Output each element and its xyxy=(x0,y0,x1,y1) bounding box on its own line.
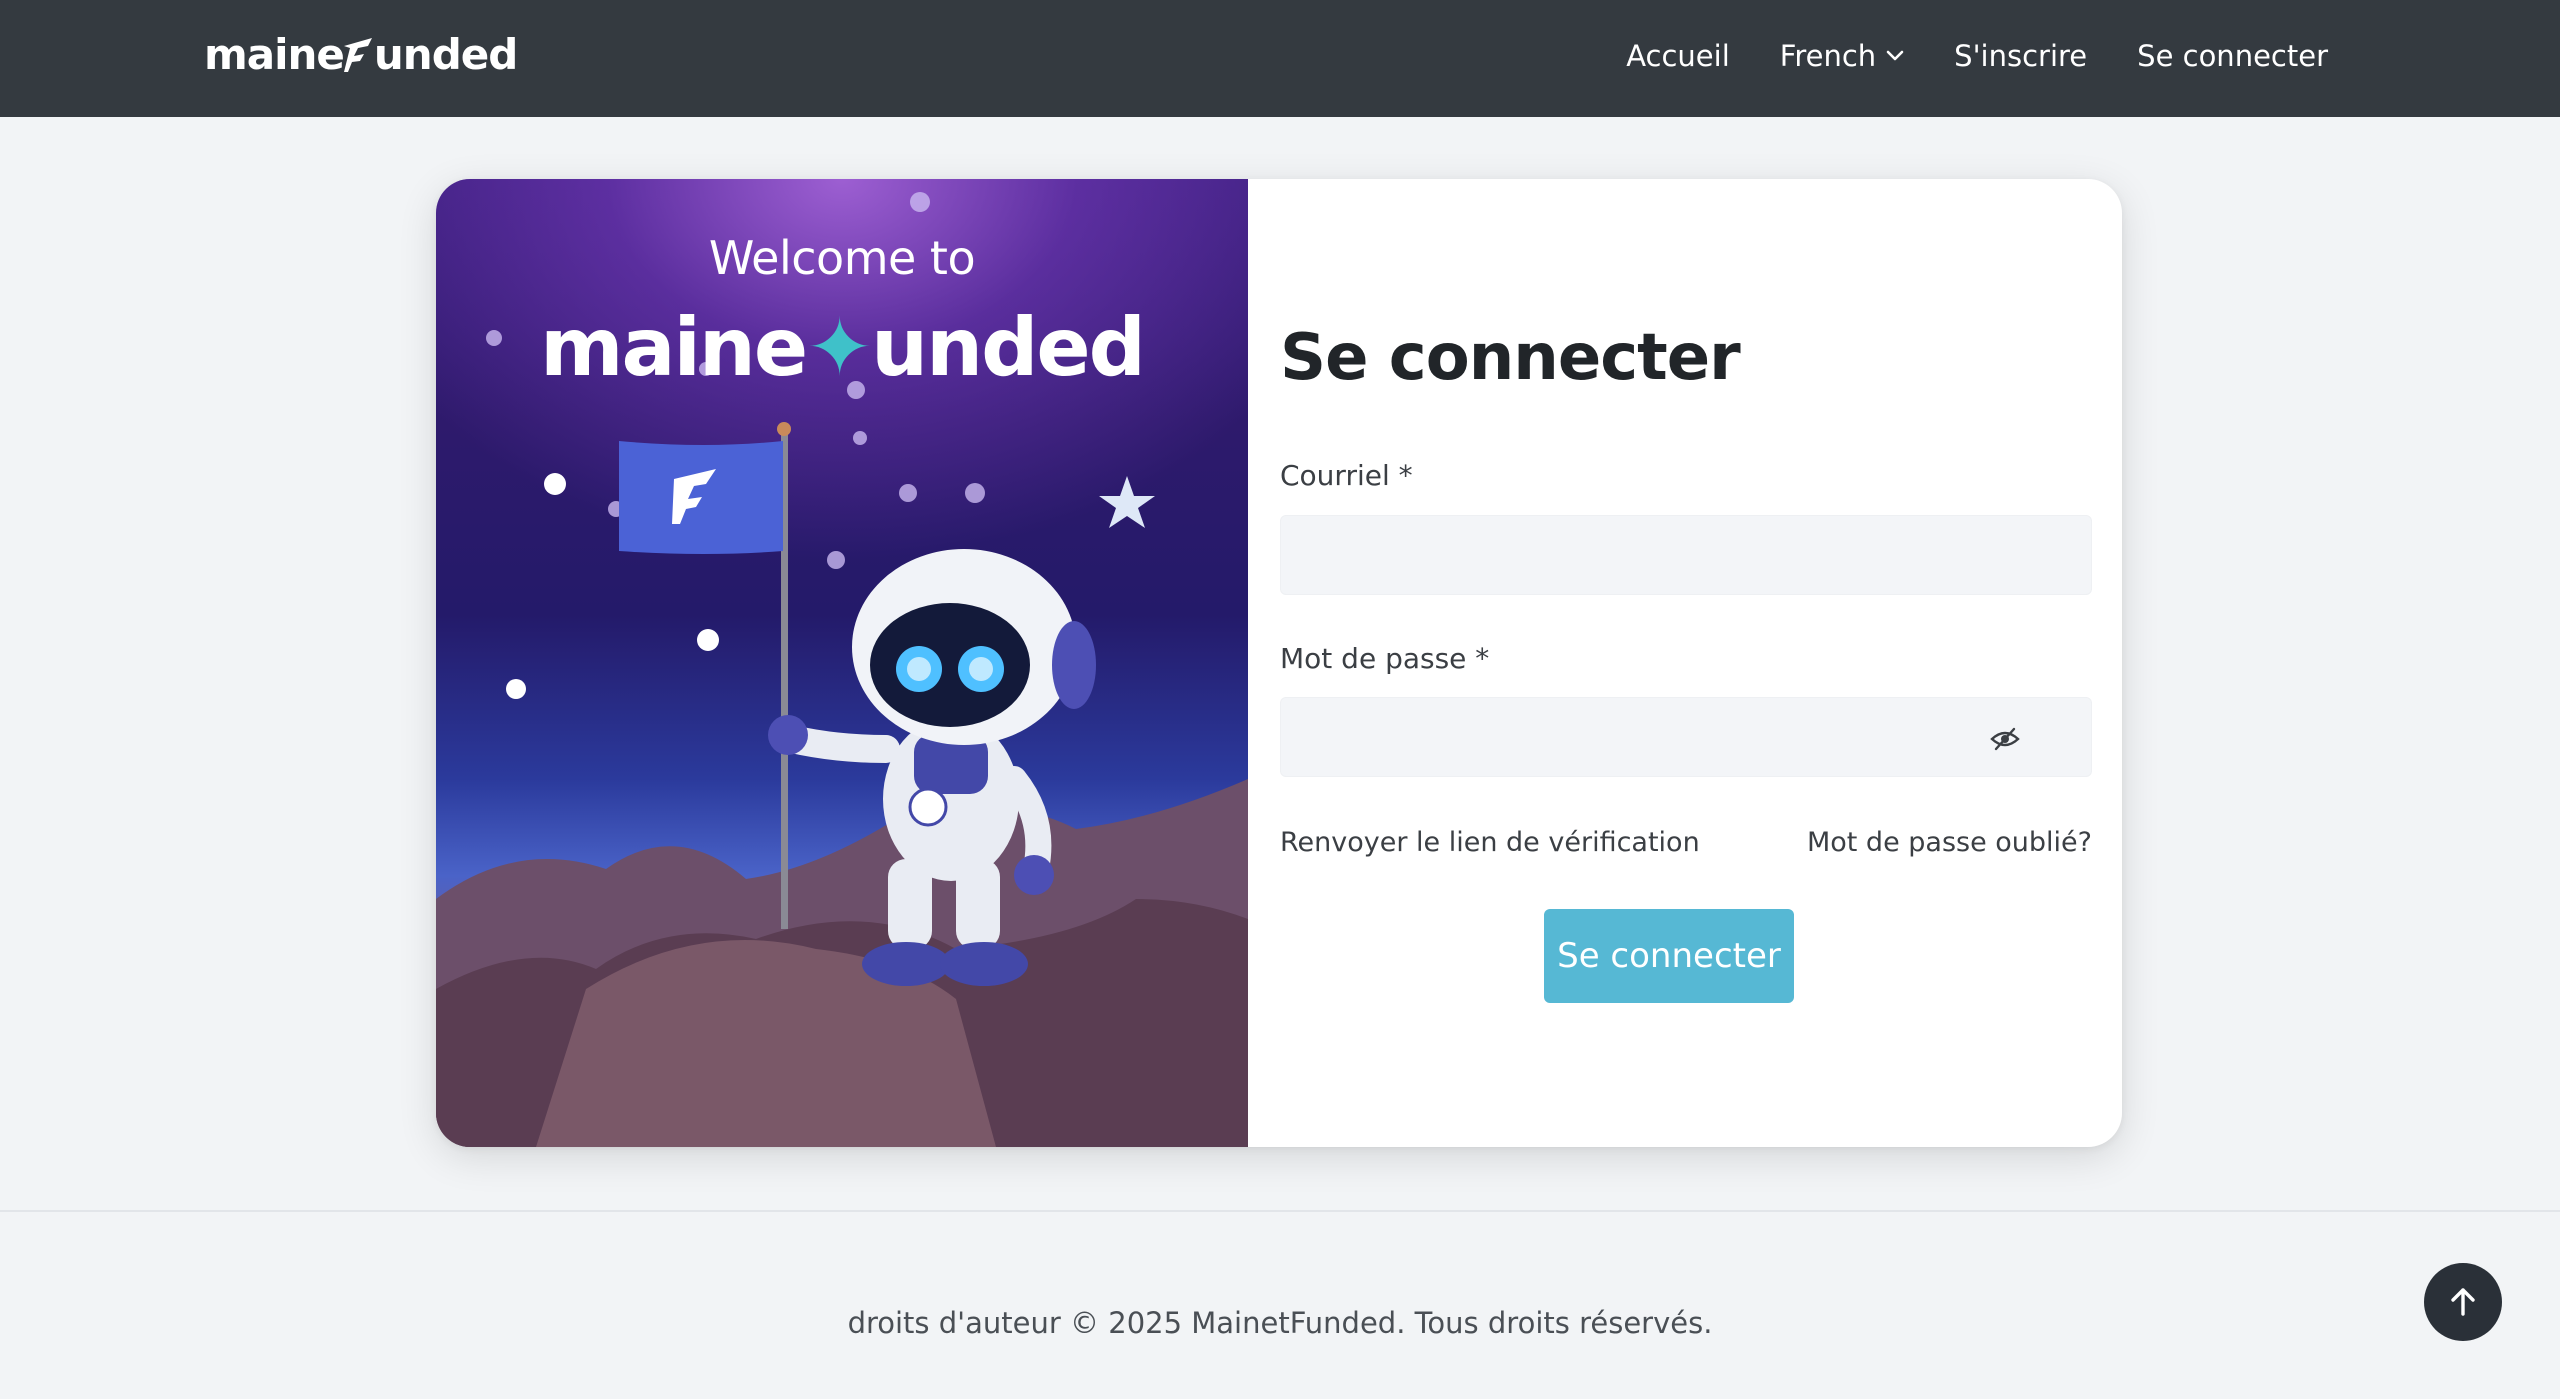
top-navbar: maine unded Accueil French S'inscrire Se… xyxy=(0,0,2560,117)
arrow-up-icon xyxy=(2451,1288,2475,1316)
hero-brand-text-end: unded xyxy=(871,301,1146,394)
eye-slash-icon[interactable] xyxy=(1990,727,2020,751)
brand-text-start: maine xyxy=(204,29,345,79)
f-logo-icon: ✦ xyxy=(806,301,873,394)
nav-register-link[interactable]: S'inscrire xyxy=(1954,39,2087,73)
email-field[interactable] xyxy=(1280,515,2092,595)
language-label: French xyxy=(1779,39,1877,73)
resend-verification-link[interactable]: Renvoyer le lien de vérification xyxy=(1280,827,1700,858)
login-form: Se connecter Courriel * Mot de passe * R… xyxy=(1248,179,2122,1147)
nav-links: Accueil French S'inscrire Se connecter xyxy=(1626,30,2328,82)
page-title: Se connecter xyxy=(1280,321,1741,395)
hero-brand-logo: maine✦unded xyxy=(436,301,1248,394)
back-to-top-button[interactable] xyxy=(2424,1263,2502,1341)
language-dropdown[interactable]: French xyxy=(1780,39,1904,73)
nav-login-link[interactable]: Se connecter xyxy=(2137,39,2328,73)
password-field[interactable] xyxy=(1280,697,2092,777)
chevron-down-icon xyxy=(1886,50,1904,61)
password-label: Mot de passe * xyxy=(1280,642,1490,675)
email-label: Courriel * xyxy=(1280,459,1413,492)
welcome-hero-image: Welcome to maine✦unded xyxy=(436,179,1248,1147)
footer-divider xyxy=(0,1210,2560,1212)
hero-brand-text-start: maine xyxy=(540,301,808,394)
login-submit-button[interactable]: Se connecter xyxy=(1544,909,1794,1003)
login-card: Welcome to maine✦unded Se connecter Cour… xyxy=(436,179,2122,1147)
nav-home-link[interactable]: Accueil xyxy=(1626,39,1730,73)
forgot-password-link[interactable]: Mot de passe oublié? xyxy=(1807,827,2092,858)
brand-logo[interactable]: maine unded xyxy=(204,26,518,82)
footer-copyright: droits d'auteur © 2025 MainetFunded. Tou… xyxy=(847,1306,1713,1340)
f-logo-icon xyxy=(343,38,372,72)
brand-text-end: unded xyxy=(373,29,518,79)
hero-welcome-text: Welcome to xyxy=(708,231,976,285)
